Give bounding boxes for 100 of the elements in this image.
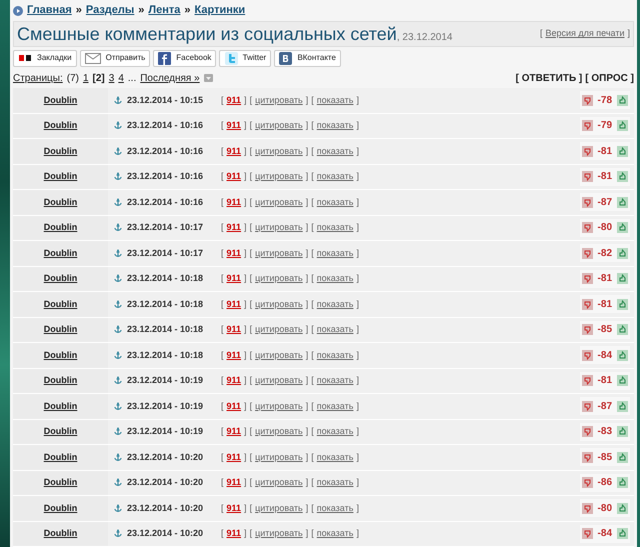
thumbs-down-icon[interactable] [582,298,593,310]
anchor-icon[interactable] [114,529,122,538]
comment-link[interactable]: цитировать [255,144,303,158]
thumbs-down-icon[interactable] [582,324,593,336]
anchor-icon[interactable] [114,376,122,386]
author-link[interactable]: Doublin [44,348,78,362]
anchor-icon[interactable] [114,402,122,411]
comment-link[interactable]: 911 [226,476,242,490]
comment-link[interactable]: 911 [226,400,242,413]
thumbs-down-icon[interactable] [582,375,593,386]
thumbs-up-icon[interactable] [617,502,628,514]
thumbs-up-icon[interactable] [617,94,628,106]
comment-link[interactable]: цитировать [255,348,303,362]
comment-link[interactable]: показать [316,400,354,413]
author-link[interactable]: Doublin [44,94,78,107]
last-page-link[interactable]: Последняя » [140,70,200,86]
share-button[interactable]: Закладки [13,50,77,67]
page-link[interactable]: 4 [118,70,124,86]
comment-link[interactable]: 911 [226,298,242,311]
comment-link[interactable]: цитировать [255,476,303,490]
comment-link[interactable]: 911 [226,144,242,158]
anchor-icon[interactable] [114,427,122,436]
author-link[interactable]: Doublin [44,144,78,158]
comment-link[interactable]: показать [316,527,354,540]
breadcrumb-link[interactable]: Главная [27,2,72,19]
thumbs-down-icon[interactable] [582,222,593,234]
comment-link[interactable]: 911 [226,374,242,388]
comment-link[interactable]: цитировать [255,170,303,184]
comment-link[interactable]: показать [316,323,354,336]
author-link[interactable]: Doublin [44,450,78,464]
author-link[interactable]: Doublin [44,527,78,540]
author-link[interactable]: Doublin [44,502,78,515]
author-link[interactable]: Doublin [44,119,78,132]
comment-link[interactable]: показать [316,272,354,286]
comment-link[interactable]: показать [316,374,354,388]
comment-link[interactable]: цитировать [255,400,303,413]
comment-link[interactable]: цитировать [255,374,303,388]
anchor-icon[interactable] [114,223,122,232]
thumbs-up-icon[interactable] [617,273,628,284]
anchor-icon[interactable] [114,478,122,488]
comment-link[interactable]: цитировать [255,450,303,464]
share-button[interactable]: Twitter [219,50,272,67]
comment-link[interactable]: 911 [226,272,242,286]
thumbs-up-icon[interactable] [617,171,628,182]
author-link[interactable]: Doublin [44,298,78,311]
author-link[interactable]: Doublin [44,323,78,336]
thumbs-down-icon[interactable] [582,528,593,540]
comment-link[interactable]: показать [316,425,354,438]
thumbs-down-icon[interactable] [582,171,593,182]
thumbs-up-icon[interactable] [617,298,628,310]
share-button[interactable]: Facebook [153,50,216,67]
thumbs-up-icon[interactable] [617,324,628,336]
comment-link[interactable]: показать [316,246,354,260]
anchor-icon[interactable] [114,300,122,309]
comment-link[interactable]: показать [316,450,354,464]
page-link[interactable]: 3 [108,70,114,86]
breadcrumb-link[interactable]: Картинки [194,2,246,19]
thumbs-down-icon[interactable] [582,94,593,106]
author-link[interactable]: Doublin [44,374,78,388]
comment-link[interactable]: показать [316,221,354,234]
comment-link[interactable]: 911 [226,527,242,540]
comment-link[interactable]: показать [316,298,354,311]
comment-link[interactable]: показать [316,348,354,362]
thumbs-up-icon[interactable] [617,375,628,386]
thumbs-down-icon[interactable] [582,452,593,463]
anchor-icon[interactable] [114,198,122,207]
comment-link[interactable]: цитировать [255,298,303,311]
share-button[interactable]: ВКонтакте [274,50,341,67]
anchor-icon[interactable] [114,121,122,130]
thumbs-down-icon[interactable] [582,502,593,514]
comment-link[interactable]: 911 [226,502,242,515]
thumbs-up-icon[interactable] [617,452,628,463]
comment-link[interactable]: цитировать [255,323,303,336]
author-link[interactable]: Doublin [44,272,78,286]
comment-link[interactable]: показать [316,502,354,515]
share-button[interactable]: Отправить [80,50,150,67]
anchor-icon[interactable] [114,325,122,334]
comment-link[interactable]: 911 [226,94,242,107]
comment-link[interactable]: цитировать [255,502,303,515]
thumbs-up-icon[interactable] [617,196,628,208]
thumbs-up-icon[interactable] [617,426,628,438]
author-link[interactable]: Doublin [44,196,78,209]
comment-link[interactable]: показать [316,94,354,107]
comment-link[interactable]: показать [316,170,354,184]
thumbs-down-icon[interactable] [582,400,593,412]
comment-link[interactable]: цитировать [255,425,303,438]
comment-link[interactable]: цитировать [255,119,303,132]
comment-link[interactable]: показать [316,196,354,209]
thumbs-up-icon[interactable] [617,477,628,488]
anchor-icon[interactable] [114,146,122,156]
comment-link[interactable]: показать [316,119,354,132]
comment-link[interactable]: 911 [226,323,242,336]
thumbs-up-icon[interactable] [617,528,628,540]
page-link[interactable]: [2] [92,70,105,86]
comment-link[interactable]: цитировать [255,221,303,234]
thumbs-down-icon[interactable] [582,477,593,488]
comment-link[interactable]: 911 [226,170,242,184]
comment-link[interactable]: 911 [226,450,242,464]
thumbs-up-icon[interactable] [617,248,628,259]
comment-link[interactable]: показать [316,144,354,158]
